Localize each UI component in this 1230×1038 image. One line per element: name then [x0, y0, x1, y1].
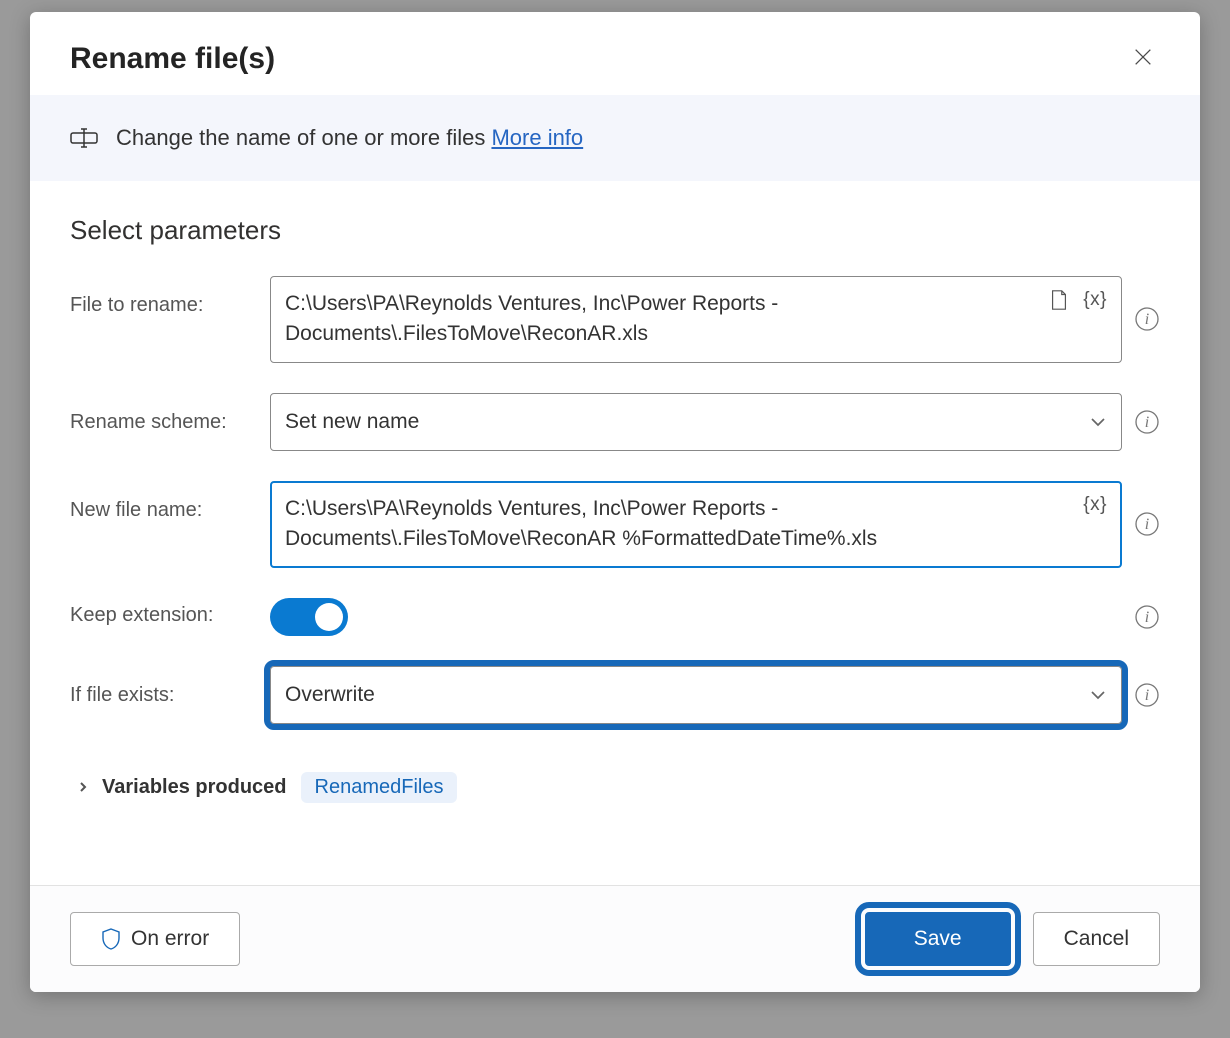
- dialog-body: Select parameters File to rename: C:\Use…: [30, 181, 1200, 885]
- svg-text:i: i: [1145, 311, 1149, 328]
- dialog-title: Rename file(s): [70, 42, 275, 76]
- rename-files-dialog: Rename file(s) Change the name of one or…: [30, 12, 1200, 992]
- close-icon: [1132, 46, 1154, 68]
- label-keep-extension: Keep extension:: [70, 598, 260, 627]
- row-keep-extension: Keep extension: i: [70, 598, 1160, 636]
- save-label: Save: [914, 927, 962, 951]
- info-icon[interactable]: i: [1134, 306, 1160, 332]
- info-text: Change the name of one or more files Mor…: [116, 125, 583, 151]
- row-new-file-name: New file name: C:\Users\PA\Reynolds Vent…: [70, 481, 1160, 568]
- label-file-to-rename: File to rename:: [70, 276, 260, 317]
- file-to-rename-input[interactable]: C:\Users\PA\Reynolds Ventures, Inc\Power…: [270, 276, 1122, 363]
- info-icon[interactable]: i: [1134, 682, 1160, 708]
- shield-icon: [101, 928, 121, 950]
- on-error-button[interactable]: On error: [70, 912, 240, 966]
- chevron-down-icon: [1089, 413, 1107, 431]
- svg-text:i: i: [1145, 687, 1149, 704]
- new-file-name-value: C:\Users\PA\Reynolds Ventures, Inc\Power…: [285, 494, 1083, 555]
- info-icon[interactable]: i: [1134, 511, 1160, 537]
- svg-text:i: i: [1145, 414, 1149, 431]
- svg-text:i: i: [1145, 516, 1149, 533]
- label-if-file-exists: If file exists:: [70, 666, 260, 707]
- variables-produced-row[interactable]: Variables produced RenamedFiles: [70, 754, 1160, 821]
- file-picker-icon[interactable]: [1049, 289, 1069, 311]
- dialog-footer: On error Save Cancel: [30, 885, 1200, 992]
- rename-scheme-value: Set new name: [285, 410, 1089, 434]
- svg-text:i: i: [1145, 609, 1149, 626]
- rename-scheme-select[interactable]: Set new name: [270, 393, 1122, 451]
- cancel-button[interactable]: Cancel: [1033, 912, 1160, 966]
- row-rename-scheme: Rename scheme: Set new name i: [70, 393, 1160, 451]
- save-button[interactable]: Save: [865, 912, 1011, 966]
- label-rename-scheme: Rename scheme:: [70, 393, 260, 434]
- close-button[interactable]: [1126, 40, 1160, 77]
- row-file-to-rename: File to rename: C:\Users\PA\Reynolds Ven…: [70, 276, 1160, 363]
- chevron-down-icon: [1089, 686, 1107, 704]
- rename-icon: [70, 127, 98, 149]
- variable-token-icon[interactable]: {x}: [1083, 494, 1107, 516]
- info-text-content: Change the name of one or more files: [116, 125, 491, 150]
- variable-chip-renamedfiles[interactable]: RenamedFiles: [301, 772, 458, 803]
- new-file-name-input[interactable]: C:\Users\PA\Reynolds Ventures, Inc\Power…: [270, 481, 1122, 568]
- variables-produced-label: Variables produced: [102, 776, 287, 799]
- more-info-link[interactable]: More info: [491, 125, 583, 150]
- keep-extension-toggle[interactable]: [270, 598, 348, 636]
- chevron-right-icon: [76, 780, 90, 794]
- cancel-label: Cancel: [1064, 927, 1129, 951]
- section-title: Select parameters: [70, 215, 1160, 246]
- dialog-header: Rename file(s): [30, 12, 1200, 95]
- label-new-file-name: New file name:: [70, 481, 260, 522]
- toggle-knob: [315, 603, 343, 631]
- on-error-label: On error: [131, 927, 209, 951]
- info-icon[interactable]: i: [1134, 409, 1160, 435]
- file-to-rename-value: C:\Users\PA\Reynolds Ventures, Inc\Power…: [285, 289, 1049, 350]
- info-strip: Change the name of one or more files Mor…: [30, 95, 1200, 181]
- variable-token-icon[interactable]: {x}: [1083, 289, 1107, 311]
- if-file-exists-select[interactable]: Overwrite: [270, 666, 1122, 724]
- if-file-exists-value: Overwrite: [285, 683, 1089, 707]
- row-if-file-exists: If file exists: Overwrite i: [70, 666, 1160, 724]
- info-icon[interactable]: i: [1134, 604, 1160, 630]
